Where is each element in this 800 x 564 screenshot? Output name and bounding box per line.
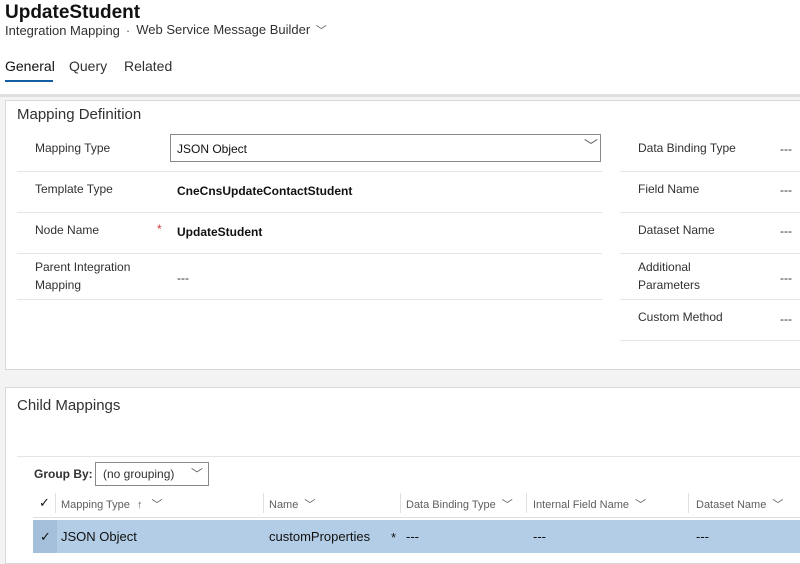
tab-general[interactable]: General [5,58,55,74]
required-marker: * [391,530,397,545]
sort-ascending-icon: ↑ [136,499,143,511]
column-label: Data Binding Type [406,499,496,511]
label-line: Additional [638,260,691,274]
breadcrumb-separator: · [125,22,131,38]
form-name: Web Service Message Builder [136,22,311,37]
column-label: Mapping Type [61,499,130,511]
field-divider [620,171,800,172]
field-divider [620,299,800,300]
entity-name: Integration Mapping [5,22,120,38]
chevron-down-icon: ﹀ [772,499,784,511]
label-line: Mapping [35,278,82,292]
node-name-value[interactable]: UpdateStudent [177,225,262,239]
column-header-internal-field-name[interactable]: Internal Field Name ﹀ [533,496,646,512]
column-label: Internal Field Name [533,499,629,511]
column-separator [526,493,527,513]
label-line: Parent Integration [35,260,131,274]
group-by-label: Group By: [34,467,93,481]
section-title: Mapping Definition [17,106,142,123]
cell-mapping-type[interactable]: JSON Object [61,529,137,544]
template-type-value[interactable]: CneCnsUpdateContactStudent [177,184,352,198]
parent-mapping-label: Parent Integration Mapping [35,258,130,294]
mapping-type-label: Mapping Type [35,141,111,155]
chevron-down-icon: ﹀ [635,499,647,511]
dataset-name-label: Dataset Name [638,223,715,237]
subgrid-divider [17,456,800,457]
dataset-name-value[interactable]: --- [780,224,792,238]
chevron-down-icon: ﹀ [501,499,513,511]
column-label: Name [269,499,299,511]
parent-mapping-value[interactable]: --- [177,271,189,285]
cell-dataset-name[interactable]: --- [696,529,709,544]
field-divider [620,253,800,254]
field-divider [17,212,602,213]
cell-name[interactable]: customProperties [269,529,370,544]
row-checkmark-icon[interactable]: ✓ [40,529,51,545]
record-title: UpdateStudent [5,2,141,23]
label-line: Parameters [638,278,701,292]
chevron-down-icon: ﹀ [584,138,598,154]
cell-internal-field-name[interactable]: --- [533,529,546,544]
field-divider [17,253,602,254]
column-header-dataset-name[interactable]: Dataset Name ﹀ [696,496,783,512]
data-binding-type-value[interactable]: --- [780,142,792,156]
form-selector[interactable]: Web Service Message Builder ﹀ [136,22,327,38]
field-divider [620,212,800,213]
field-name-value[interactable]: --- [780,183,792,197]
data-binding-type-label: Data Binding Type [638,141,736,155]
select-all-checkmark-icon[interactable]: ✓ [39,495,50,511]
field-divider [17,299,602,300]
required-marker: * [157,222,162,236]
cell-data-binding-type[interactable]: --- [406,529,419,544]
column-separator [55,493,56,513]
field-name-label: Field Name [638,182,700,196]
breadcrumb: Integration Mapping · Web Service Messag… [5,22,327,38]
tab-query[interactable]: Query [69,58,107,74]
custom-method-label: Custom Method [638,310,723,324]
column-header-data-binding-type[interactable]: Data Binding Type ﹀ [406,496,513,512]
chevron-down-icon: ﹀ [151,499,163,511]
column-header-name[interactable]: Name ﹀ [269,496,315,512]
additional-parameters-value[interactable]: --- [780,271,792,285]
group-by-value: (no grouping) [103,467,175,481]
column-separator [688,493,689,513]
active-tab-indicator [5,80,53,82]
chevron-down-icon: ﹀ [315,25,327,37]
template-type-label: Template Type [35,182,113,196]
additional-parameters-label: Additional Parameters [638,258,700,294]
column-header-mapping-type[interactable]: Mapping Type ↑ ﹀ [61,496,163,512]
custom-method-value[interactable]: --- [780,312,792,326]
chevron-down-icon: ﹀ [191,467,204,481]
column-separator [400,493,401,513]
column-label: Dataset Name [696,499,767,511]
mapping-type-value: JSON Object [177,142,248,156]
grid-header-divider [33,517,800,518]
field-divider [17,171,602,172]
field-divider [620,340,800,341]
tab-related[interactable]: Related [124,58,172,74]
section-title: Child Mappings [17,397,121,414]
header-divider [0,94,800,97]
chevron-down-icon: ﹀ [304,499,316,511]
column-separator [263,493,264,513]
node-name-label: Node Name [35,223,100,237]
